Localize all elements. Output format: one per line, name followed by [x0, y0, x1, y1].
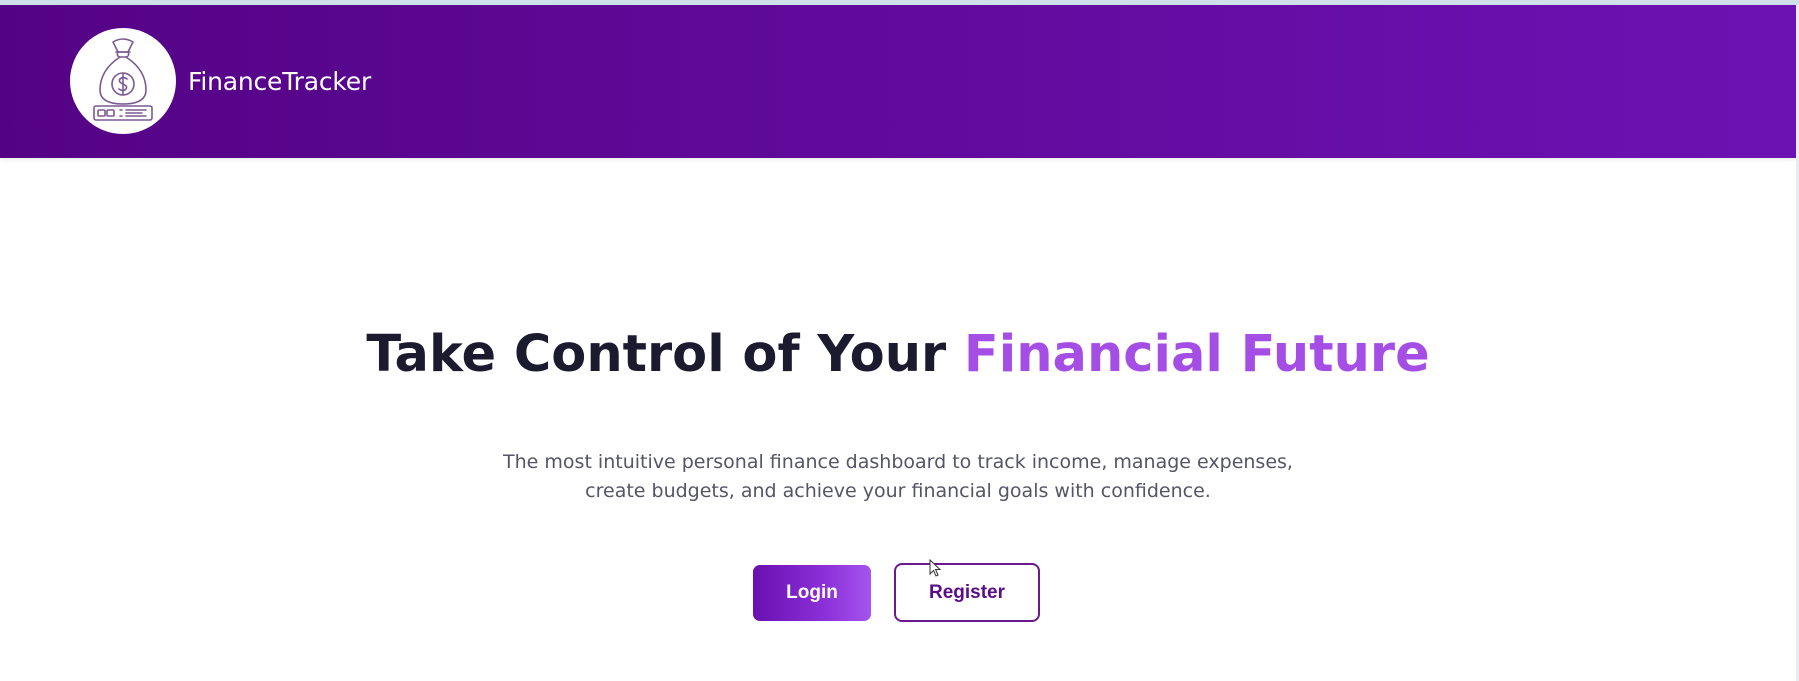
hero-subtitle: The most intuitive personal finance dash… [498, 448, 1298, 506]
login-button[interactable]: Login [753, 565, 871, 621]
hero-subtitle-line1: The most intuitive personal finance dash… [503, 451, 1293, 473]
hero-title-main: Take Control of Your [366, 325, 964, 384]
hero-title: Take Control of Your Financial Future [0, 325, 1796, 384]
register-button[interactable]: Register [894, 563, 1040, 622]
hero-title-accent: Financial Future [963, 325, 1430, 384]
logo[interactable] [70, 28, 176, 134]
money-bag-icon [93, 38, 153, 121]
brand-name[interactable]: FinanceTracker [188, 67, 371, 96]
hero-subtitle-line2: create budgets, and achieve your financi… [585, 480, 1211, 502]
site-header: FinanceTracker [0, 5, 1796, 158]
mouse-cursor-icon [929, 559, 942, 577]
